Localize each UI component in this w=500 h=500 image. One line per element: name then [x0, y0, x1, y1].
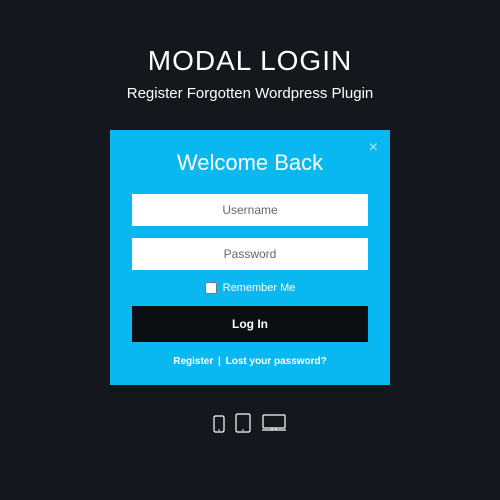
remember-label: Remember Me — [223, 282, 296, 294]
desktop-icon — [261, 413, 287, 438]
page-title: MODAL LOGIN — [148, 45, 352, 77]
tablet-icon — [235, 413, 251, 438]
modal-title: Welcome Back — [132, 150, 368, 176]
links-row: Register | Lost your password? — [132, 356, 368, 367]
lost-password-link[interactable]: Lost your password? — [226, 356, 327, 367]
links-separator: | — [215, 356, 223, 367]
page-subtitle: Register Forgotten Wordpress Plugin — [127, 85, 374, 102]
remember-checkbox[interactable] — [205, 282, 217, 294]
register-link[interactable]: Register — [173, 356, 213, 367]
device-icons — [213, 413, 287, 438]
login-modal: × Welcome Back Remember Me Log In Regist… — [110, 130, 390, 385]
close-icon[interactable]: × — [369, 140, 378, 156]
username-input[interactable] — [132, 194, 368, 226]
phone-icon — [213, 415, 225, 438]
password-input[interactable] — [132, 238, 368, 270]
login-button[interactable]: Log In — [132, 306, 368, 342]
remember-row: Remember Me — [132, 282, 368, 294]
